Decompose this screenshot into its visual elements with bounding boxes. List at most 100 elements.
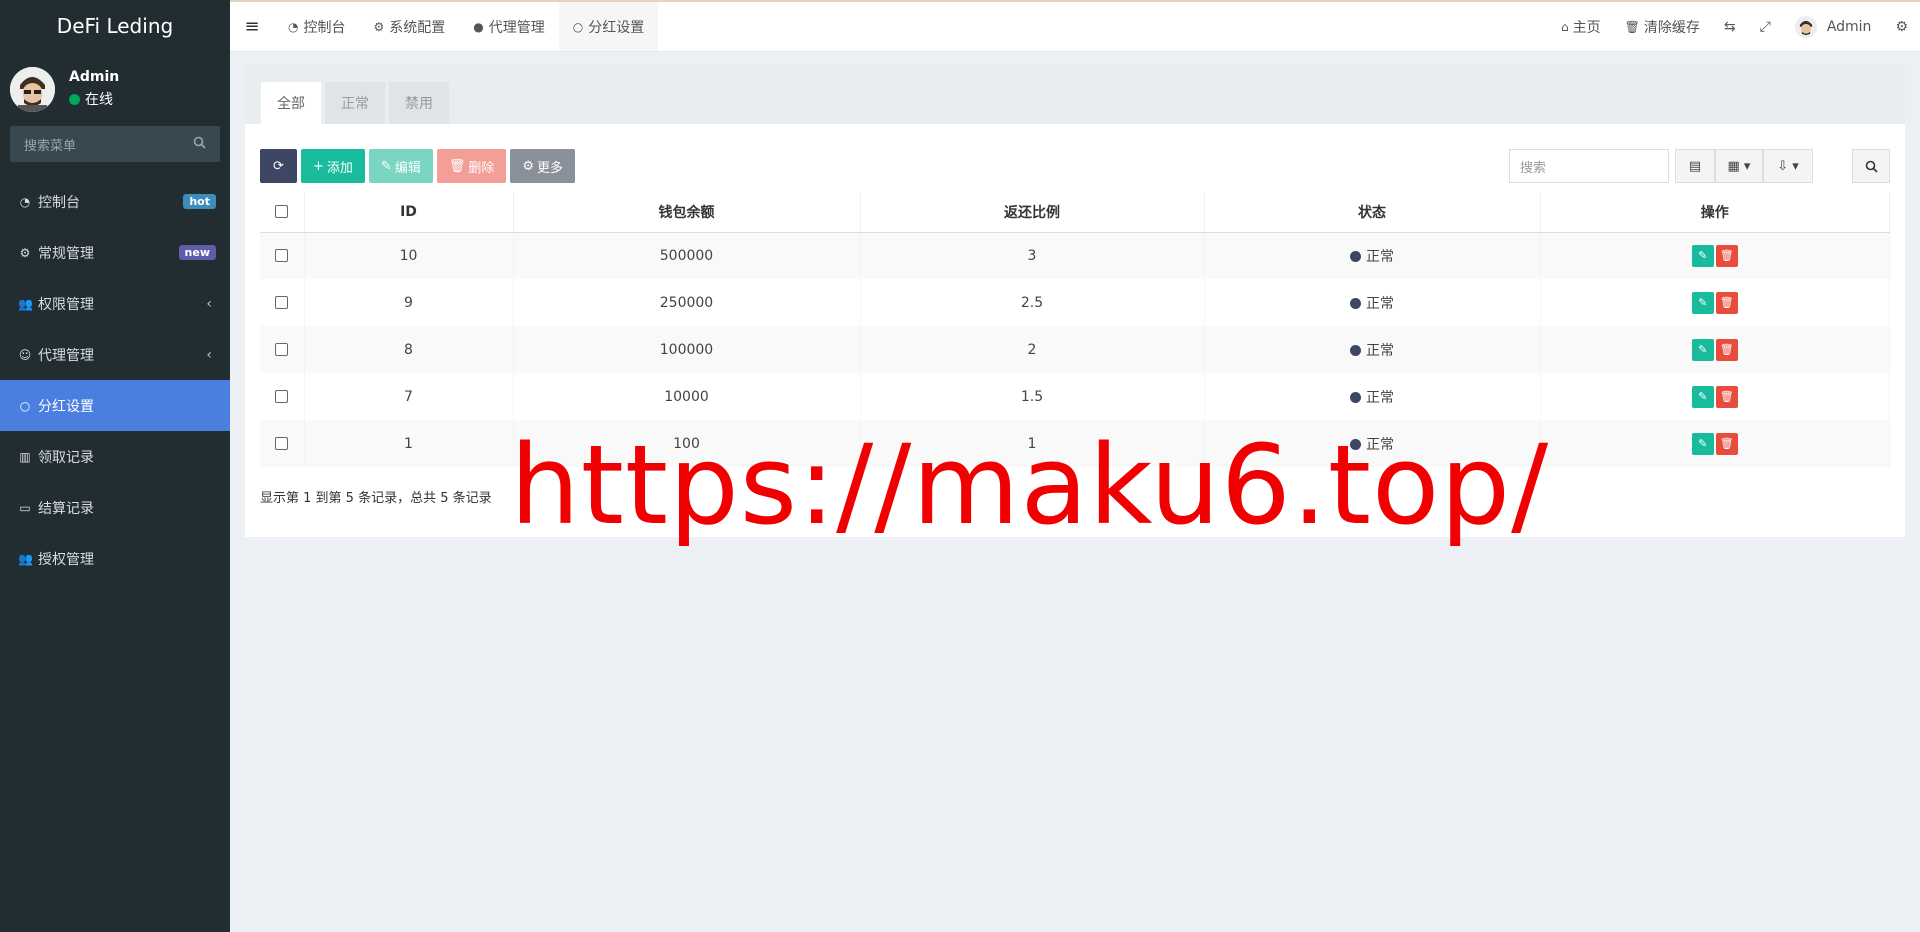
- clear-cache-link[interactable]: 🗑 清除缓存: [1613, 17, 1712, 37]
- sidebar-item-claims[interactable]: ▥ 领取记录: [0, 431, 230, 482]
- sidebar-item-label: 领取记录: [38, 449, 94, 466]
- row-edit-button[interactable]: ✎: [1691, 338, 1714, 361]
- admin-menu[interactable]: Admin: [1783, 15, 1884, 38]
- sidebar-item-authorization[interactable]: 👥 授权管理: [0, 533, 230, 584]
- tab-agents[interactable]: ● 代理管理: [459, 2, 558, 51]
- cell-status: 正常: [1204, 326, 1541, 373]
- top-navbar: ≡ ◔ 控制台 ⚙ 系统配置 ● 代理管理 ○ 分红设置 ⌂ 主页 🗑 清除缓存…: [230, 0, 1920, 52]
- sidebar-item-label: 权限管理: [38, 296, 94, 313]
- sidebar-item-label: 授权管理: [38, 551, 94, 568]
- online-dot-icon: [69, 93, 80, 105]
- export-button[interactable]: ⇩ ▾: [1763, 149, 1813, 183]
- table-search-input[interactable]: 搜索: [1509, 149, 1669, 183]
- row-edit-button[interactable]: ✎: [1691, 291, 1714, 314]
- circle-icon: ○: [19, 398, 31, 413]
- row-delete-button[interactable]: 🗑: [1715, 291, 1738, 314]
- user-panel: Admin 在线: [0, 52, 230, 126]
- list-icon: ▤: [1688, 158, 1702, 174]
- tab-normal[interactable]: 正常: [325, 82, 385, 124]
- row-delete-button[interactable]: 🗑: [1715, 338, 1738, 361]
- row-edit-button[interactable]: ✎: [1691, 244, 1714, 267]
- select-all-cell: [260, 192, 305, 233]
- sidebar-item-label: 分红设置: [38, 398, 94, 415]
- row-checkbox[interactable]: [275, 249, 289, 263]
- card-icon: ▭: [19, 500, 31, 515]
- sidebar-item-general[interactable]: ⚙ 常规管理 new: [0, 227, 230, 278]
- row-delete-button[interactable]: 🗑: [1715, 244, 1738, 267]
- sidebar-item-dashboard[interactable]: ◔ 控制台 hot: [0, 176, 230, 227]
- menu-search-input[interactable]: 搜索菜单: [10, 126, 220, 162]
- advanced-search-button[interactable]: [1852, 149, 1890, 183]
- table-search-placeholder: 搜索: [1520, 160, 1547, 176]
- column-header-id[interactable]: ID: [304, 192, 514, 233]
- row-checkbox[interactable]: [275, 437, 289, 450]
- columns-button[interactable]: ▦ ▾: [1715, 149, 1763, 183]
- sidebar: DeFi Leding Admin 在线 搜索菜单 ◔ 控制台 hot ⚙ 常规…: [0, 0, 230, 932]
- more-label: 更多: [537, 160, 564, 176]
- table-row[interactable]: 10 500000 3 正常 ✎ 🗑: [260, 232, 1890, 279]
- row-delete-button[interactable]: 🗑: [1715, 385, 1738, 408]
- cell-id: 7: [304, 373, 514, 420]
- delete-button[interactable]: 🗑 删除: [436, 149, 507, 183]
- edit-button[interactable]: ✎ 编辑: [368, 149, 433, 183]
- dashboard-icon: ◔: [288, 19, 299, 34]
- home-link[interactable]: ⌂ 主页: [1549, 17, 1613, 37]
- tab-label: 代理管理: [488, 19, 545, 36]
- trash-icon: 🗑: [448, 158, 466, 174]
- fullscreen-icon[interactable]: ⤢: [1748, 19, 1783, 35]
- refresh-button[interactable]: ⟳: [260, 149, 297, 183]
- column-header-ratio[interactable]: 返还比例: [860, 192, 1205, 233]
- user-name: Admin: [69, 69, 120, 85]
- status-dot-icon: [1350, 391, 1361, 403]
- home-label: 主页: [1572, 19, 1601, 36]
- tab-dashboard[interactable]: ◔ 控制台: [274, 2, 359, 51]
- status-label: 正常: [1366, 295, 1394, 312]
- status-label: 正常: [1366, 389, 1394, 406]
- row-checkbox[interactable]: [275, 343, 289, 356]
- cogs-icon[interactable]: ⚙: [1883, 19, 1920, 35]
- column-header-balance[interactable]: 钱包余额: [513, 192, 861, 233]
- cell-ratio: 2.5: [860, 279, 1205, 326]
- row-checkbox[interactable]: [275, 296, 289, 309]
- cell-ratio: 3: [860, 232, 1205, 279]
- tab-disabled[interactable]: 禁用: [389, 82, 449, 124]
- edit-label: 编辑: [394, 160, 421, 176]
- cell-ratio: 2: [860, 326, 1205, 373]
- tab-dividend[interactable]: ○ 分红设置: [558, 2, 659, 51]
- sidebar-item-agents[interactable]: ☺ 代理管理 ‹: [0, 329, 230, 380]
- user-status: 在线: [69, 89, 119, 109]
- sidebar-item-dividend[interactable]: ○ 分红设置: [0, 380, 230, 431]
- cell-ratio: 1.5: [860, 373, 1205, 420]
- tab-system-config[interactable]: ⚙ 系统配置: [359, 2, 459, 51]
- add-button[interactable]: + 添加: [301, 149, 365, 183]
- dashboard-icon: ◔: [19, 194, 31, 209]
- cell-balance: 500000: [513, 232, 861, 279]
- select-all-checkbox[interactable]: [275, 205, 289, 219]
- row-edit-button[interactable]: ✎: [1691, 432, 1714, 455]
- tab-all[interactable]: 全部: [261, 82, 321, 124]
- more-button[interactable]: ⚙ 更多: [510, 149, 576, 183]
- sidebar-item-permissions[interactable]: 👥 权限管理 ‹: [0, 278, 230, 329]
- new-badge: new: [178, 245, 216, 260]
- hamburger-menu-icon[interactable]: ≡: [230, 16, 274, 37]
- add-label: 添加: [326, 160, 353, 176]
- export-icon: ⇩ ▾: [1777, 158, 1799, 174]
- table-row[interactable]: 7 10000 1.5 正常 ✎ 🗑: [260, 373, 1890, 420]
- sidebar-item-settlement[interactable]: ▭ 结算记录: [0, 482, 230, 533]
- filter-tabs: 全部 正常 禁用: [245, 65, 1905, 124]
- table-row[interactable]: 9 250000 2.5 正常 ✎ 🗑: [260, 279, 1890, 326]
- language-icon[interactable]: ⇆: [1712, 19, 1748, 35]
- cell-id: 9: [304, 279, 514, 326]
- column-header-status[interactable]: 状态: [1204, 192, 1541, 233]
- cell-balance: 10000: [513, 373, 861, 420]
- row-edit-button[interactable]: ✎: [1691, 385, 1714, 408]
- toggle-view-button[interactable]: ▤: [1675, 149, 1715, 183]
- table-row[interactable]: 8 100000 2 正常 ✎ 🗑: [260, 326, 1890, 373]
- search-icon: [193, 136, 206, 153]
- chevron-left-icon: ‹: [206, 295, 212, 312]
- row-checkbox[interactable]: [275, 390, 289, 403]
- sidebar-item-label: 结算记录: [38, 500, 94, 517]
- status-dot-icon: [1350, 344, 1361, 356]
- row-delete-button[interactable]: 🗑: [1715, 432, 1738, 455]
- brand-logo[interactable]: DeFi Leding: [0, 0, 230, 52]
